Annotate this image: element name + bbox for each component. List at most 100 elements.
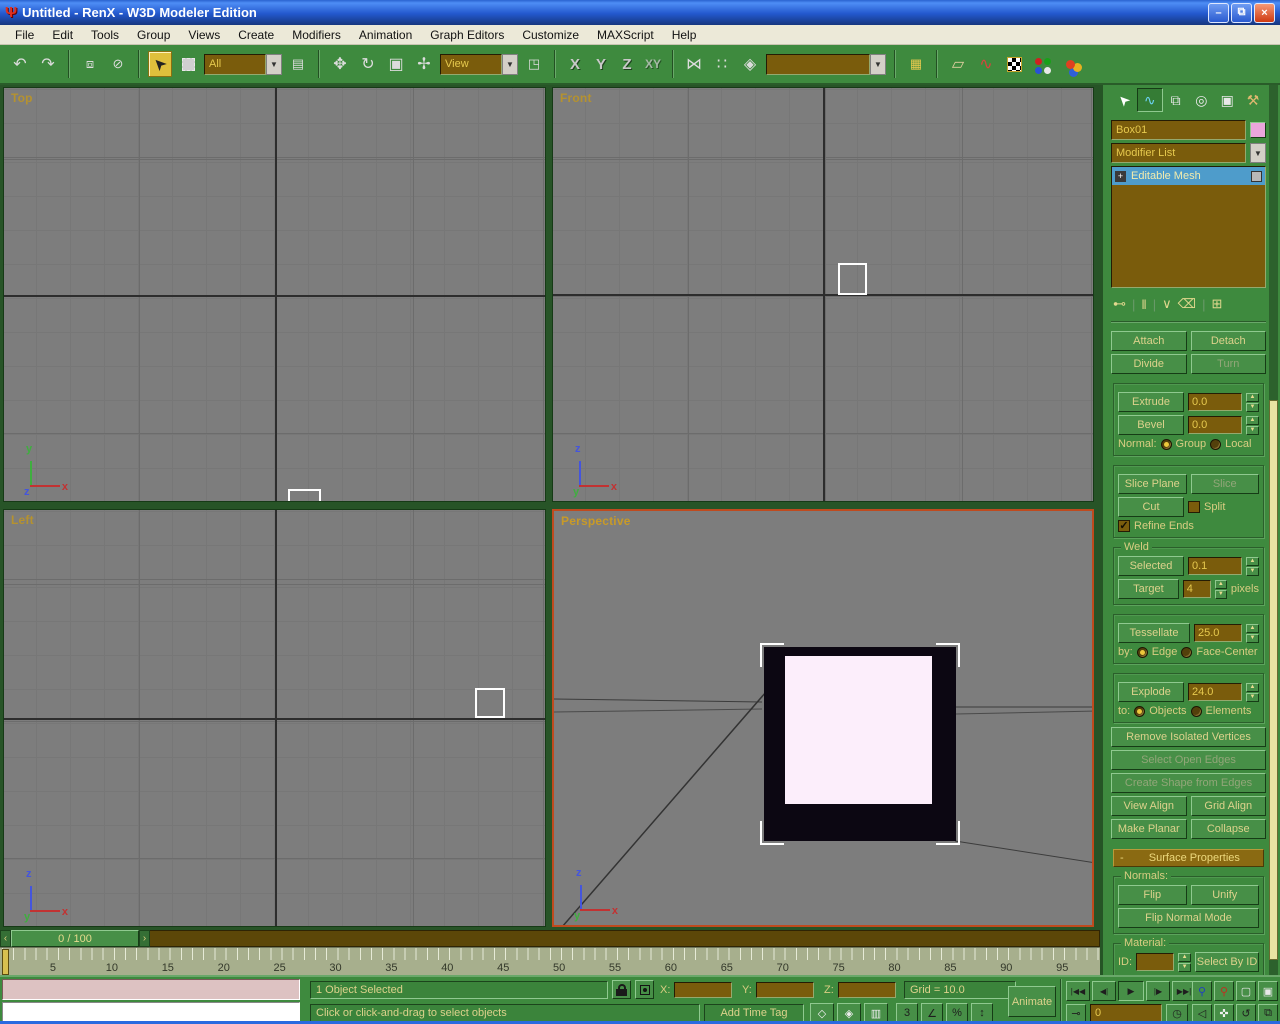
restrict-xy-plane-button[interactable]: XY (642, 51, 664, 77)
schematic-view-icon[interactable]: ▱ (946, 51, 970, 77)
surface-properties-rollout-header[interactable]: - Surface Properties (1113, 849, 1264, 867)
current-frame-field[interactable]: 0 (1090, 1004, 1162, 1022)
configure-modifier-sets-icon[interactable]: ⊞ (1211, 296, 1222, 312)
selection-filter-dropdown[interactable]: All ▼ (204, 54, 282, 75)
by-face-center-radio[interactable] (1181, 647, 1192, 658)
menu-item-modifiers[interactable]: Modifiers (283, 26, 350, 44)
dropdown-arrow-icon[interactable]: ▼ (1250, 143, 1266, 163)
redo-icon[interactable]: ↷ (36, 51, 60, 77)
select-and-move-icon[interactable]: ✥ (328, 51, 352, 77)
restrict-x-button[interactable]: X (564, 51, 586, 77)
remove-isolated-vertices-button[interactable]: Remove Isolated Vertices (1111, 727, 1266, 747)
flip-button[interactable]: Flip (1118, 885, 1187, 905)
min-max-toggle-icon[interactable]: ⧉ (1258, 1004, 1278, 1022)
curve-editor-icon[interactable]: ∿ (974, 51, 998, 77)
split-checkbox[interactable] (1188, 501, 1200, 513)
grid-align-button[interactable]: Grid Align (1191, 796, 1267, 816)
align-icon[interactable]: ◈ (738, 51, 762, 77)
select-and-scale-icon[interactable]: ▣ (384, 51, 408, 77)
menu-item-tools[interactable]: Tools (82, 26, 128, 44)
tab-modify[interactable]: ∿ (1137, 88, 1163, 112)
divide-button[interactable]: Divide (1111, 354, 1187, 374)
viewport-left[interactable]: Left z x y (3, 509, 546, 927)
extrude-spinner[interactable]: ▲▼ (1246, 393, 1259, 412)
zoom-extents-all-icon[interactable]: ▣ (1258, 981, 1278, 1001)
refine-ends-label[interactable]: Refine Ends (1134, 520, 1194, 532)
explode-value-field[interactable]: 24.0 (1188, 683, 1242, 701)
weld-target-spinner[interactable]: ▲▼ (1215, 580, 1227, 599)
field-of-view-icon[interactable]: ◁ (1192, 1004, 1212, 1022)
select-object-button[interactable]: ➤ (148, 51, 172, 77)
maxscript-mini-listener-macro[interactable] (2, 979, 300, 1000)
by-edge-radio[interactable] (1137, 647, 1148, 658)
render-scene-icon[interactable] (1002, 51, 1026, 77)
named-selection-sets-dropdown[interactable]: ▼ (766, 54, 886, 75)
percent-snap-icon[interactable]: % (946, 1003, 968, 1023)
viewport-front-label[interactable]: Front (560, 91, 592, 105)
menu-item-views[interactable]: Views (179, 26, 229, 44)
tab-motion[interactable]: ◎ (1189, 88, 1215, 112)
dropdown-arrow-icon[interactable]: ▼ (502, 54, 518, 75)
panel-scrollbar-thumb[interactable] (1269, 400, 1278, 960)
cut-button[interactable]: Cut (1118, 497, 1184, 517)
menu-item-maxscript[interactable]: MAXScript (588, 26, 663, 44)
expand-icon[interactable]: + (1115, 171, 1126, 182)
time-slider-prev-icon[interactable]: ‹ (0, 930, 11, 947)
undo-icon[interactable]: ↶ (8, 51, 32, 77)
slice-plane-button[interactable]: Slice Plane (1118, 474, 1187, 494)
tab-create[interactable]: ➤ (1111, 88, 1137, 112)
material-id-spinner[interactable]: ▲▼ (1178, 953, 1191, 972)
weld-target-button[interactable]: Target (1118, 579, 1179, 599)
x-coordinate-field[interactable] (674, 982, 732, 998)
zoom-icon[interactable]: ⚲ (1192, 981, 1212, 1001)
time-slider-next-icon[interactable]: › (139, 930, 150, 947)
material-editor-icon[interactable] (1030, 51, 1054, 77)
mirror-icon[interactable]: ⋈ (682, 51, 706, 77)
dropdown-arrow-icon[interactable]: ▼ (870, 54, 886, 75)
reference-coordinate-dropdown[interactable]: View ▼ (440, 54, 518, 75)
panel-scrollbar[interactable] (1269, 85, 1278, 975)
normal-local-radio[interactable] (1210, 439, 1221, 450)
set-key-icon[interactable]: ⊸ (1066, 1004, 1086, 1022)
by-edge-label[interactable]: Edge (1152, 646, 1178, 658)
y-coordinate-field[interactable] (756, 982, 814, 998)
menu-item-animation[interactable]: Animation (350, 26, 421, 44)
degradation-override-icon[interactable]: ◈ (837, 1003, 861, 1023)
select-and-link-icon[interactable]: ⧈ (78, 51, 102, 77)
select-by-name-icon[interactable]: ▤ (286, 51, 310, 77)
absolute-offset-toggle-icon[interactable] (635, 980, 654, 999)
viewport-front[interactable]: Front z x y (552, 87, 1094, 502)
extrude-button[interactable]: Extrude (1118, 392, 1184, 412)
bevel-spinner[interactable]: ▲▼ (1246, 416, 1259, 435)
previous-frame-button[interactable]: ◀| (1092, 981, 1116, 1001)
to-elements-radio[interactable] (1191, 706, 1202, 717)
flip-normal-mode-button[interactable]: Flip Normal Mode (1118, 908, 1259, 928)
wireframe-cube-icon[interactable]: ▥ (864, 1003, 888, 1023)
tessellate-value-field[interactable]: 25.0 (1194, 624, 1242, 642)
animate-button[interactable]: Animate (1008, 986, 1056, 1017)
menu-item-group[interactable]: Group (128, 26, 179, 44)
edit-named-selections-icon[interactable]: ▦ (904, 51, 928, 77)
bevel-value-field[interactable]: 0.0 (1188, 416, 1242, 434)
make-unique-icon[interactable]: ∨ (1162, 296, 1172, 312)
show-end-result-icon[interactable]: ‖ (1141, 297, 1146, 312)
weld-selected-spinner[interactable]: ▲▼ (1246, 557, 1259, 576)
snap-3d-icon[interactable]: 3 (896, 1003, 918, 1023)
active-toggle-icon[interactable] (1251, 171, 1262, 182)
tessellate-spinner[interactable]: ▲▼ (1246, 624, 1259, 643)
modifier-stack[interactable]: + Editable Mesh (1111, 166, 1266, 288)
viewport-left-label[interactable]: Left (11, 513, 34, 527)
track-bar[interactable]: 5101520253035404550556065707580859095100 (0, 947, 1100, 975)
arc-rotate-icon[interactable]: ↺ (1236, 1004, 1256, 1022)
go-to-start-button[interactable]: |◀◀ (1066, 981, 1090, 1001)
object-name-field[interactable]: Box01 (1111, 120, 1246, 140)
restrict-z-button[interactable]: Z (616, 51, 638, 77)
time-slider-track[interactable] (150, 930, 1100, 947)
tab-display[interactable]: ▣ (1214, 88, 1240, 112)
selected-box-wireframe[interactable] (288, 489, 321, 502)
viewport-top[interactable]: Top y x z (3, 87, 546, 502)
menu-item-file[interactable]: File (6, 26, 43, 44)
to-objects-radio[interactable] (1134, 706, 1145, 717)
zoom-extents-icon[interactable]: ▢ (1236, 981, 1256, 1001)
array-icon[interactable]: ∷ (710, 51, 734, 77)
